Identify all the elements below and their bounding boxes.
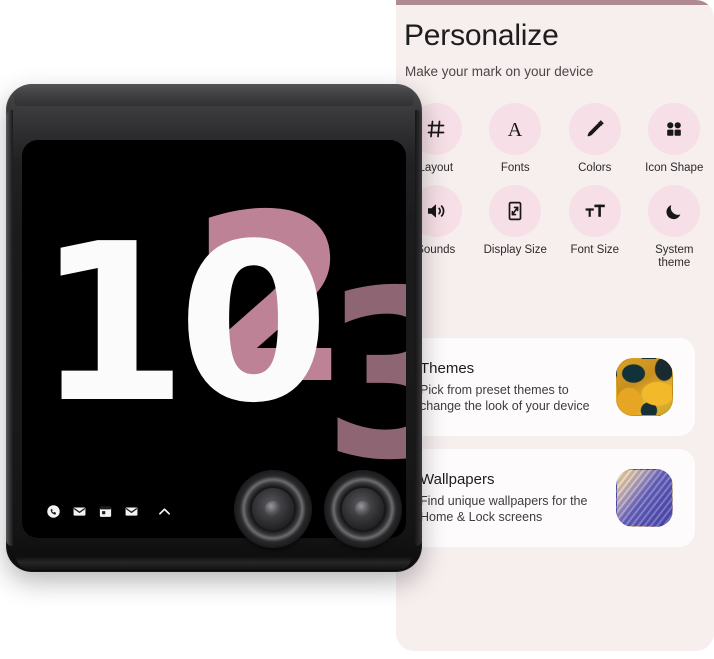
camera-glass	[342, 488, 384, 530]
font-size-icon	[585, 204, 605, 217]
page-subtitle: Make your mark on your device	[405, 64, 594, 79]
quick-setting-label: Font Size	[570, 244, 620, 256]
card-description: Find unique wallpapers for the Home & Lo…	[420, 493, 588, 525]
speaker-icon	[427, 204, 445, 218]
eyedropper-icon	[587, 120, 604, 137]
mail-icon[interactable]	[72, 504, 87, 519]
chevron-up-icon[interactable]	[156, 503, 173, 520]
clock-hours: 10	[36, 198, 329, 451]
card-title: Themes	[420, 359, 475, 377]
system-theme-icon-circle	[648, 185, 701, 237]
mail-icon[interactable]	[124, 504, 139, 519]
quick-settings-grid: Layout A Fonts Colors Icon Shape Sounds …	[396, 103, 714, 270]
phone-body: 2 3 10	[6, 84, 422, 572]
quick-setting-label: Colors	[578, 162, 612, 174]
shapes-grid-icon	[667, 122, 682, 136]
wallpapers-card[interactable]: Wallpapers Find unique wallpapers for th…	[396, 449, 695, 547]
card-title: Wallpapers	[420, 470, 495, 488]
display-resize-icon	[508, 201, 522, 221]
quick-setting-colors[interactable]: Colors	[555, 103, 635, 175]
wallpapers-thumbnail	[616, 469, 673, 527]
quick-setting-label: System theme	[655, 244, 694, 269]
quick-setting-label: Fonts	[500, 162, 530, 174]
camera-pupil	[355, 501, 371, 517]
camera-lens-left	[234, 470, 312, 548]
themes-card[interactable]: Themes Pick from preset themes to change…	[396, 338, 695, 436]
colors-icon-circle	[568, 103, 621, 155]
quick-setting-label: Sounds	[416, 244, 456, 256]
quick-setting-fonts[interactable]: A Fonts	[476, 103, 556, 175]
phone-icon[interactable]	[46, 504, 61, 519]
themes-thumbnail	[616, 358, 673, 416]
svg-text:A: A	[508, 119, 523, 141]
letter-a-icon: A	[508, 119, 523, 141]
camera-island	[234, 462, 414, 560]
icon-shape-icon-circle	[648, 103, 701, 155]
quick-setting-font-size[interactable]: Font Size	[555, 185, 635, 270]
crescent-moon-icon	[666, 205, 681, 220]
quick-setting-system-theme[interactable]: System theme	[635, 185, 714, 270]
display-size-icon-circle	[489, 185, 542, 237]
screenshot-root: Personalize Make your mark on your devic…	[0, 0, 714, 659]
camera-lens-right	[324, 470, 402, 548]
calendar-icon[interactable]	[98, 504, 113, 519]
page-title: Personalize	[404, 19, 559, 52]
quick-setting-icon-shape[interactable]: Icon Shape	[635, 103, 714, 175]
quick-setting-label: Display Size	[483, 244, 547, 256]
personalize-panel: Personalize Make your mark on your devic…	[396, 0, 714, 651]
quick-setting-display-size[interactable]: Display Size	[476, 185, 556, 270]
quick-setting-label: Layout	[418, 162, 454, 174]
font-size-icon-circle	[568, 185, 621, 237]
card-description: Pick from preset themes to change the lo…	[420, 382, 590, 414]
camera-glass	[252, 488, 294, 530]
phone-device: 2 3 10	[6, 84, 422, 572]
camera-pupil	[265, 501, 281, 517]
fonts-icon-circle: A	[489, 103, 542, 155]
phone-right-edge	[415, 110, 422, 546]
quick-setting-label: Icon Shape	[645, 162, 704, 174]
phone-hinge	[14, 84, 414, 106]
phone-left-edge	[6, 110, 13, 546]
notification-dock	[46, 503, 173, 520]
grid-icon	[427, 120, 445, 138]
